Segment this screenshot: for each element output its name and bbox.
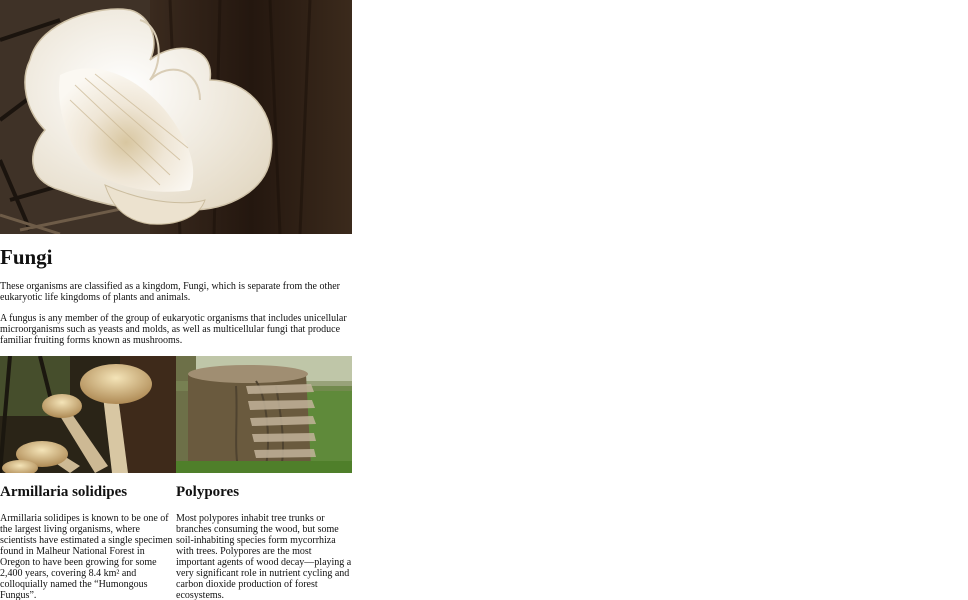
- armillaria-image: [0, 356, 176, 473]
- card-text-polypores: Most polypores inhabit tree trunks or br…: [176, 513, 352, 600]
- card-armillaria: Armillaria solidipes Armillaria solidipe…: [0, 356, 176, 600]
- intro-paragraph: These organisms are classified as a king…: [0, 281, 341, 303]
- definition-paragraph: A fungus is any member of the group of e…: [0, 313, 347, 346]
- hero-mushroom-illustration: [0, 0, 352, 234]
- article: Fungi These organisms are classified as …: [0, 0, 352, 600]
- polypores-image: [176, 356, 352, 473]
- card-title-polypores: Polypores: [176, 484, 240, 500]
- card-text-armillaria: Armillaria solidipes is known to be one …: [0, 513, 173, 600]
- card-title-armillaria: Armillaria solidipes: [0, 484, 128, 500]
- card-polypores: Polypores Most polypores inhabit tree tr…: [176, 356, 352, 600]
- armillaria-mushroom-illustration: [0, 356, 176, 473]
- page-title: Fungi: [0, 245, 53, 269]
- hero-image: [0, 0, 352, 234]
- polypore-stump-illustration: [176, 356, 352, 473]
